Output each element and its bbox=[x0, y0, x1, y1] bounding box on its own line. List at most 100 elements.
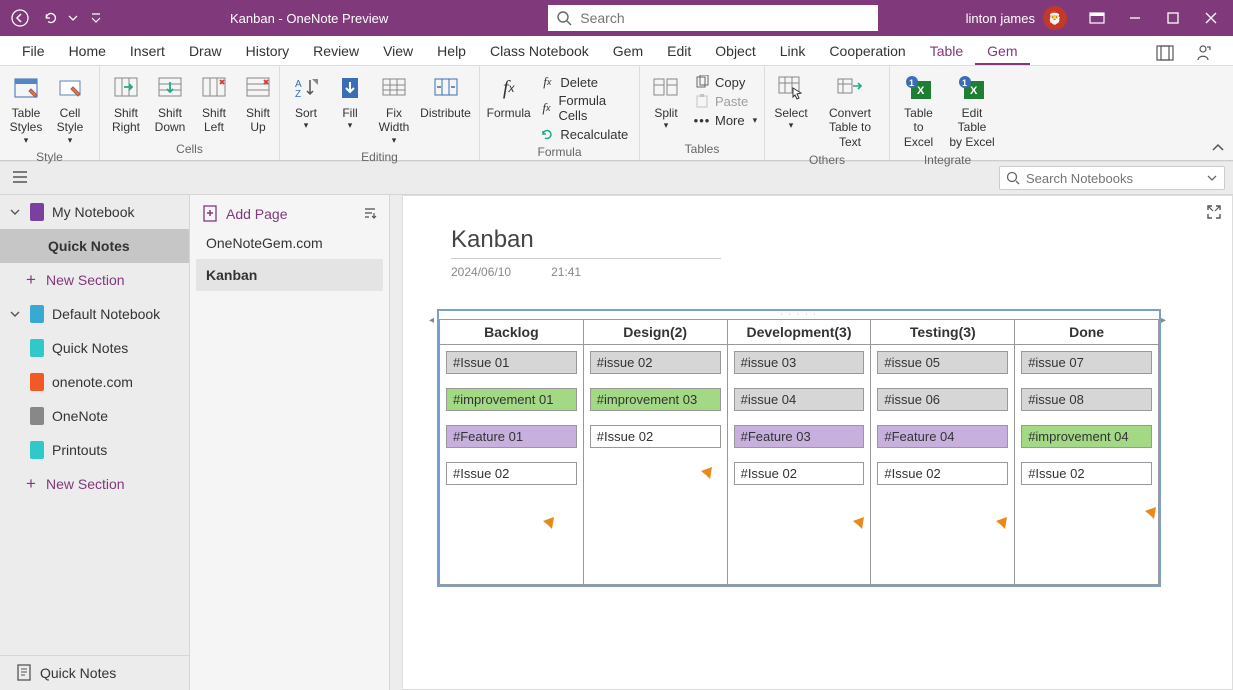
select-button[interactable]: Select▾ bbox=[771, 70, 811, 133]
avatar[interactable]: 🎅 bbox=[1043, 6, 1067, 30]
kanban-column[interactable]: #issue 07 #issue 08 #improvement 04 #Issue … bbox=[1015, 345, 1159, 585]
nav-section-printouts[interactable]: Printouts bbox=[0, 433, 189, 467]
menu-tab-history[interactable]: History bbox=[234, 38, 302, 65]
table-handle-left[interactable]: ◂ bbox=[429, 315, 437, 326]
page-item-onenotegem-com[interactable]: OneNoteGem.com bbox=[196, 227, 383, 259]
close-button[interactable] bbox=[1193, 0, 1229, 36]
kanban-column[interactable]: #Issue 01#improvement 01#Feature 01#Issu… bbox=[440, 345, 584, 585]
sort-button[interactable]: AZSort▾ bbox=[286, 70, 326, 133]
recalculate-button[interactable]: Recalculate bbox=[535, 125, 633, 143]
shift-down-button[interactable]: Shift Down bbox=[150, 70, 190, 137]
global-search[interactable] bbox=[548, 5, 878, 31]
menu-tab-table[interactable]: Table bbox=[918, 38, 975, 65]
page-canvas[interactable]: Kanban 2024/06/10 21:41 · · · · · ◂ ▸ Ba… bbox=[390, 195, 1233, 690]
kanban-card[interactable]: #improvement 04 bbox=[1021, 425, 1152, 448]
kanban-card[interactable]: #Feature 01 bbox=[446, 425, 577, 448]
kanban-card[interactable]: #Issue 02 bbox=[590, 425, 721, 448]
table-to-excel-button[interactable]: X1Table to Excel bbox=[896, 70, 941, 151]
menu-tab-draw[interactable]: Draw bbox=[177, 38, 234, 65]
menu-tab-edit[interactable]: Edit bbox=[655, 38, 703, 65]
fix-width-button[interactable]: Fix Width▾ bbox=[374, 70, 414, 148]
kanban-table-container[interactable]: · · · · · ◂ ▸ BacklogDesign(2)Developmen… bbox=[437, 309, 1161, 587]
kanban-header[interactable]: Done bbox=[1015, 320, 1159, 345]
notebook-search[interactable] bbox=[999, 166, 1225, 190]
kanban-card[interactable]: #Feature 03 bbox=[734, 425, 865, 448]
kanban-card[interactable]: #issue 04 bbox=[734, 388, 865, 411]
convert-button[interactable]: Convert Table to Text bbox=[815, 70, 885, 151]
kanban-card[interactable]: #issue 02 bbox=[590, 351, 721, 374]
global-search-input[interactable] bbox=[580, 10, 870, 26]
page-item-kanban[interactable]: Kanban bbox=[196, 259, 383, 291]
kanban-card[interactable]: #improvement 03 bbox=[590, 388, 721, 411]
table-handle-right[interactable]: ▸ bbox=[1161, 315, 1169, 326]
menu-tab-gem[interactable]: Gem bbox=[601, 38, 655, 65]
share-icon[interactable] bbox=[1191, 41, 1215, 65]
kanban-card[interactable]: #issue 03 bbox=[734, 351, 865, 374]
kanban-header[interactable]: Testing(3) bbox=[871, 320, 1015, 345]
nav-toggle-button[interactable] bbox=[8, 166, 32, 191]
kanban-card[interactable]: #Feature 04 bbox=[877, 425, 1008, 448]
kanban-header[interactable]: Backlog bbox=[440, 320, 584, 345]
nav-my-notebook[interactable]: My Notebook bbox=[0, 195, 189, 229]
nav-section-quick-notes[interactable]: Quick Notes bbox=[0, 331, 189, 365]
menu-tab-gem[interactable]: Gem bbox=[975, 38, 1029, 65]
kanban-card[interactable]: #Issue 02 bbox=[1021, 462, 1152, 485]
menu-tab-link[interactable]: Link bbox=[768, 38, 818, 65]
collapse-ribbon-button[interactable] bbox=[1211, 141, 1225, 156]
menu-tab-help[interactable]: Help bbox=[425, 38, 478, 65]
fill-button[interactable]: Fill▾ bbox=[330, 70, 370, 133]
kanban-card[interactable]: #issue 08 bbox=[1021, 388, 1152, 411]
menu-tab-object[interactable]: Object bbox=[703, 38, 767, 65]
nav-quick-notes-primary[interactable]: Quick Notes bbox=[0, 229, 189, 263]
menu-tab-class-notebook[interactable]: Class Notebook bbox=[478, 38, 601, 65]
split-button[interactable]: Split▾ bbox=[646, 70, 686, 133]
distribute-button[interactable]: Distribute bbox=[418, 70, 473, 122]
kanban-column[interactable]: #issue 05#issue 06#Feature 04#Issue 02 bbox=[871, 345, 1015, 585]
kanban-column[interactable]: #issue 02 #improvement 03 #Issue 02 bbox=[583, 345, 727, 585]
menu-tab-home[interactable]: Home bbox=[57, 38, 118, 65]
ribbon-display-button[interactable] bbox=[1079, 0, 1115, 36]
menu-tab-review[interactable]: Review bbox=[301, 38, 371, 65]
menu-tab-view[interactable]: View bbox=[371, 38, 425, 65]
add-page-button[interactable]: Add Page bbox=[202, 205, 288, 223]
back-button[interactable] bbox=[6, 4, 34, 32]
shift-left-button[interactable]: Shift Left bbox=[194, 70, 234, 137]
nav-section-onenote-com[interactable]: onenote.com bbox=[0, 365, 189, 399]
nav-default-notebook[interactable]: Default Notebook bbox=[0, 297, 189, 331]
formula-delete-button[interactable]: fxDelete bbox=[535, 73, 633, 91]
page-title[interactable]: Kanban bbox=[403, 196, 1232, 258]
kanban-card[interactable]: #issue 06 bbox=[877, 388, 1008, 411]
tables-more-button[interactable]: •••More▾ bbox=[690, 111, 761, 129]
kanban-header[interactable]: Development(3) bbox=[727, 320, 871, 345]
nav-new-section-2[interactable]: + New Section bbox=[0, 467, 189, 501]
kanban-card[interactable]: #issue 07 bbox=[1021, 351, 1152, 374]
pages-sort-button[interactable] bbox=[363, 206, 377, 223]
fullscreen-button[interactable] bbox=[1206, 204, 1222, 223]
kanban-card[interactable]: #Issue 02 bbox=[734, 462, 865, 485]
minimize-button[interactable] bbox=[1117, 0, 1153, 36]
nav-new-section-1[interactable]: + New Section bbox=[0, 263, 189, 297]
shift-up-button[interactable]: Shift Up bbox=[238, 70, 278, 137]
menu-tab-file[interactable]: File bbox=[10, 38, 57, 65]
kanban-card[interactable]: #Issue 02 bbox=[446, 462, 577, 485]
page-surface[interactable]: Kanban 2024/06/10 21:41 · · · · · ◂ ▸ Ba… bbox=[402, 195, 1233, 690]
kanban-header[interactable]: Design(2) bbox=[583, 320, 727, 345]
formula-button[interactable]: fxFormula bbox=[486, 70, 531, 122]
copy-table-button[interactable]: Copy bbox=[690, 73, 761, 91]
menu-tab-insert[interactable]: Insert bbox=[118, 38, 177, 65]
menu-tab-cooperation[interactable]: Cooperation bbox=[817, 38, 917, 65]
kanban-column[interactable]: #issue 03 #issue 04 #Feature 03 #Issue 02 bbox=[727, 345, 871, 585]
kanban-card[interactable]: #Issue 01 bbox=[446, 351, 577, 374]
maximize-button[interactable] bbox=[1155, 0, 1191, 36]
kanban-card[interactable]: #issue 05 bbox=[877, 351, 1008, 374]
table-drag-handle[interactable]: · · · · · bbox=[439, 311, 1159, 319]
undo-dropdown[interactable] bbox=[66, 4, 80, 32]
chevron-down-icon[interactable] bbox=[1206, 172, 1218, 184]
paste-table-button[interactable]: Paste bbox=[690, 92, 761, 110]
user-name[interactable]: linton james bbox=[966, 11, 1035, 26]
formula-cells-button[interactable]: fxFormula Cells bbox=[535, 92, 633, 124]
notes-pane-icon[interactable] bbox=[1153, 41, 1177, 65]
edit-table-by-excel-button[interactable]: X1Edit Table by Excel bbox=[945, 70, 999, 151]
notebook-search-input[interactable] bbox=[1026, 171, 1206, 186]
nav-section-onenote[interactable]: OneNote bbox=[0, 399, 189, 433]
